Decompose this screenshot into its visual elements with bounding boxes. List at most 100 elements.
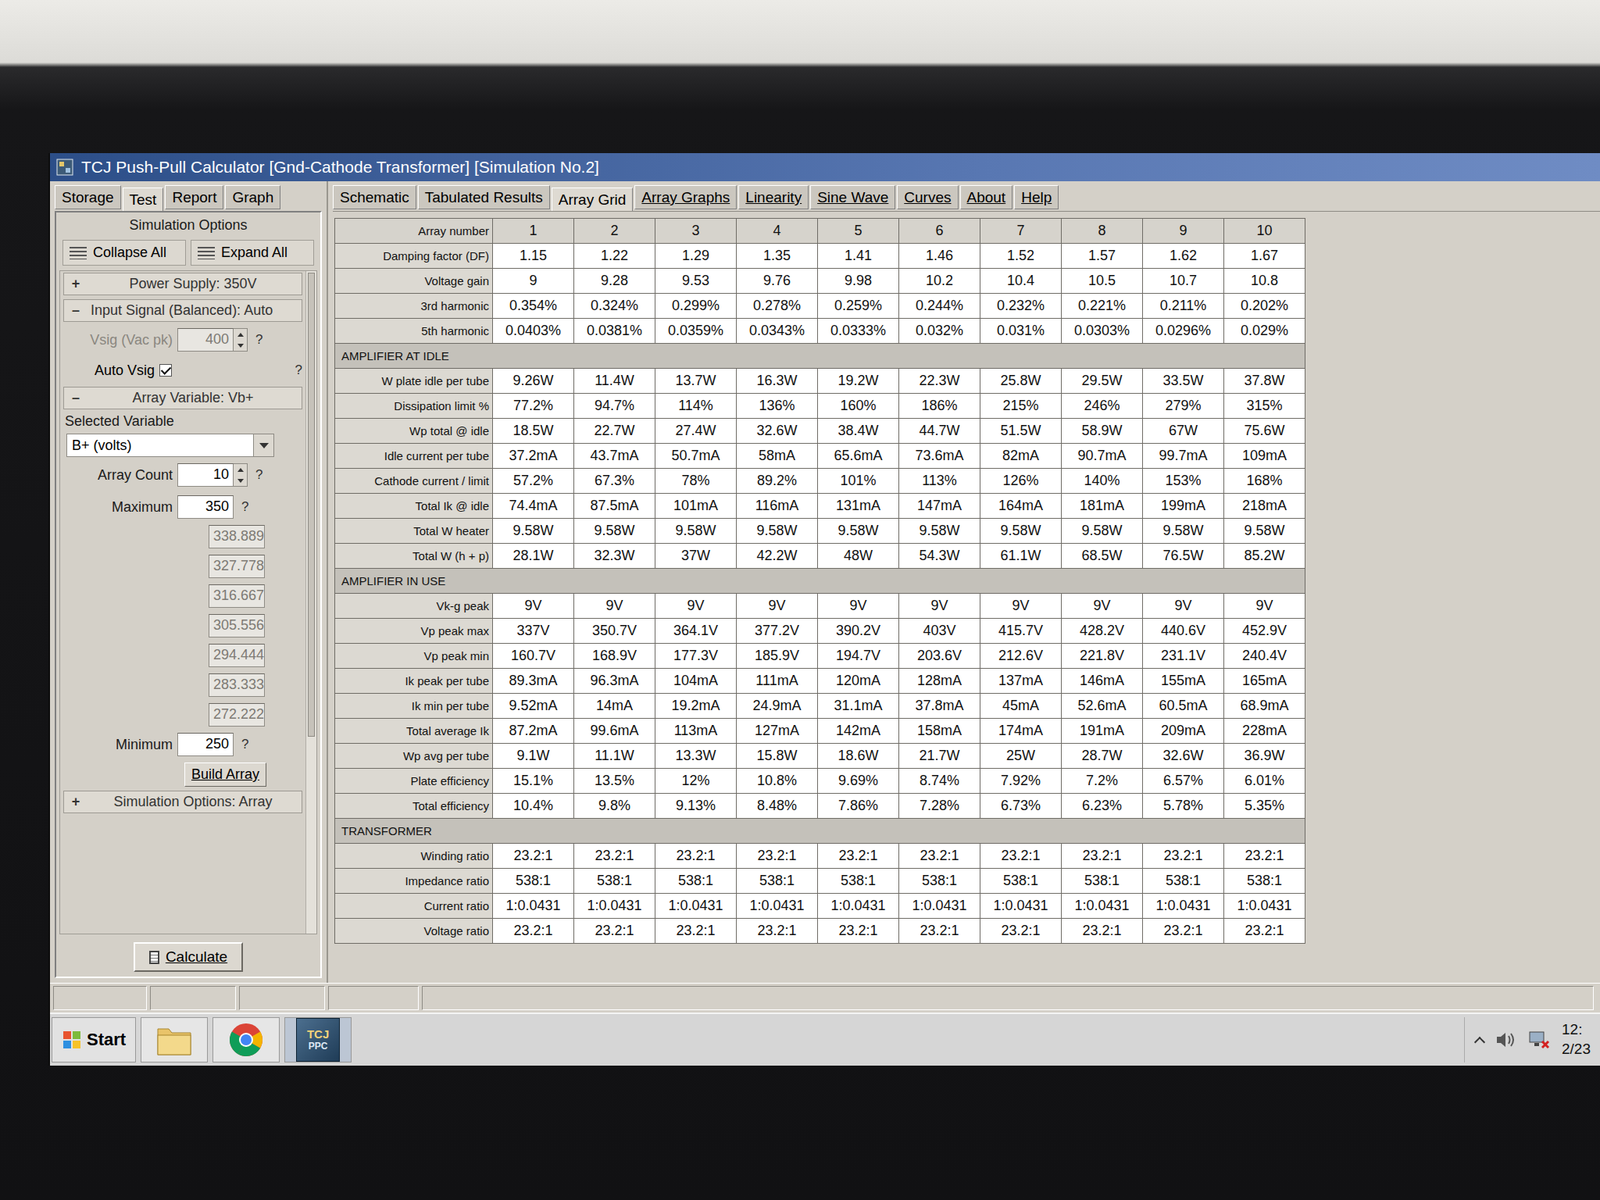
column-header[interactable]: 1 — [492, 218, 575, 244]
table-cell[interactable]: 87.2mA — [492, 718, 575, 744]
table-cell[interactable]: 9V — [492, 593, 575, 619]
table-cell[interactable]: 37W — [655, 543, 737, 569]
table-cell[interactable]: 279% — [1142, 393, 1225, 419]
help-icon[interactable]: ? — [238, 736, 249, 753]
table-cell[interactable]: 9.58W — [1142, 518, 1225, 544]
table-cell[interactable]: 65.6mA — [817, 443, 900, 469]
table-cell[interactable]: 25.8W — [980, 368, 1062, 394]
chevron-up-icon[interactable] — [1474, 1036, 1486, 1048]
table-cell[interactable]: 160.7V — [492, 643, 575, 669]
table-cell[interactable]: 137mA — [980, 668, 1062, 694]
table-cell[interactable]: 9V — [980, 593, 1062, 619]
table-cell[interactable]: 440.6V — [1142, 618, 1225, 644]
tab[interactable]: Test — [122, 187, 165, 211]
table-cell[interactable]: 23.2:1 — [1224, 843, 1306, 869]
table-cell[interactable]: 0.0343% — [736, 318, 818, 344]
table-cell[interactable]: 0.0359% — [655, 318, 737, 344]
table-cell[interactable]: 13.3W — [655, 743, 737, 769]
table-cell[interactable]: 32.3W — [574, 543, 656, 569]
table-cell[interactable]: 113% — [899, 468, 981, 494]
table-cell[interactable]: 9.98 — [817, 268, 900, 294]
table-cell[interactable]: 126% — [980, 468, 1062, 494]
chrome-button[interactable] — [212, 1017, 280, 1063]
table-cell[interactable]: 73.6mA — [899, 443, 981, 469]
table-cell[interactable]: 0.324% — [574, 293, 656, 319]
table-cell[interactable]: 1:0.0431 — [817, 893, 900, 919]
table-cell[interactable]: 9V — [1224, 593, 1306, 619]
table-cell[interactable]: 1.15 — [492, 243, 575, 269]
table-cell[interactable]: 120mA — [817, 668, 900, 694]
table-cell[interactable]: 60.5mA — [1142, 693, 1225, 719]
table-cell[interactable]: 78% — [655, 468, 737, 494]
table-cell[interactable]: 99.7mA — [1142, 443, 1225, 469]
table-cell[interactable]: 11.1W — [574, 743, 656, 769]
table-cell[interactable]: 142mA — [817, 718, 900, 744]
table-cell[interactable]: 0.0381% — [574, 318, 656, 344]
table-cell[interactable]: 7.28% — [899, 793, 981, 819]
table-cell[interactable]: 25W — [980, 743, 1062, 769]
table-cell[interactable]: 23.2:1 — [817, 843, 900, 869]
table-cell[interactable]: 29.5W — [1061, 368, 1143, 394]
table-cell[interactable]: 33.5W — [1142, 368, 1225, 394]
table-cell[interactable]: 9.58W — [980, 518, 1062, 544]
table-cell[interactable]: 146mA — [1061, 668, 1143, 694]
table-cell[interactable]: 104mA — [655, 668, 737, 694]
table-cell[interactable]: 90.7mA — [1061, 443, 1143, 469]
table-cell[interactable]: 31.1mA — [817, 693, 900, 719]
help-icon[interactable]: ? — [238, 499, 249, 515]
table-cell[interactable]: 0.202% — [1224, 293, 1306, 319]
table-cell[interactable]: 6.73% — [980, 793, 1062, 819]
table-cell[interactable]: 67W — [1142, 418, 1225, 444]
table-cell[interactable]: 1:0.0431 — [1142, 893, 1225, 919]
table-cell[interactable]: 1.62 — [1142, 243, 1225, 269]
variable-dropdown[interactable]: B+ (volts) — [66, 433, 275, 458]
table-cell[interactable]: 37.8W — [1224, 368, 1306, 394]
table-cell[interactable]: 23.2:1 — [492, 918, 575, 944]
table-cell[interactable]: 538:1 — [817, 868, 900, 894]
collapse-all-button[interactable]: Collapse All — [62, 239, 186, 266]
table-cell[interactable]: 114% — [655, 393, 737, 419]
table-cell[interactable]: 9.69% — [817, 768, 900, 794]
table-cell[interactable]: 0.259% — [817, 293, 900, 319]
table-cell[interactable]: 10.8% — [736, 768, 818, 794]
table-cell[interactable]: 9.13% — [655, 793, 737, 819]
table-cell[interactable]: 99.6mA — [574, 718, 656, 744]
tab[interactable]: Curves — [896, 185, 958, 210]
table-cell[interactable]: 9V — [1061, 593, 1143, 619]
table-cell[interactable]: 101% — [817, 468, 900, 494]
table-cell[interactable]: 0.0296% — [1142, 318, 1225, 344]
spin-up-icon[interactable] — [233, 464, 247, 475]
explorer-button[interactable] — [140, 1017, 208, 1063]
table-cell[interactable]: 23.2:1 — [899, 843, 981, 869]
power-supply-section[interactable]: +Power Supply: 350V — [63, 272, 303, 296]
table-cell[interactable]: 113mA — [655, 718, 737, 744]
table-cell[interactable]: 11.4W — [574, 368, 656, 394]
table-cell[interactable]: 9.52mA — [492, 693, 575, 719]
table-cell[interactable]: 45mA — [980, 693, 1062, 719]
table-cell[interactable]: 23.2:1 — [1142, 918, 1225, 944]
table-cell[interactable]: 24.9mA — [736, 693, 818, 719]
column-header[interactable]: 6 — [899, 218, 981, 244]
table-cell[interactable]: 23.2:1 — [574, 918, 656, 944]
table-cell[interactable]: 23.2:1 — [980, 918, 1062, 944]
table-cell[interactable]: 36.9W — [1224, 743, 1306, 769]
table-cell[interactable]: 147mA — [899, 493, 981, 519]
table-cell[interactable]: 0.029% — [1224, 318, 1306, 344]
tab[interactable]: About — [960, 185, 1014, 210]
table-cell[interactable]: 9.1W — [492, 743, 575, 769]
scroll-thumb[interactable] — [307, 272, 315, 737]
table-cell[interactable]: 1.29 — [655, 243, 737, 269]
table-cell[interactable]: 538:1 — [736, 868, 818, 894]
table-cell[interactable]: 18.6W — [817, 743, 900, 769]
table-cell[interactable]: 89.3mA — [492, 668, 575, 694]
table-cell[interactable]: 315% — [1224, 393, 1306, 419]
table-cell[interactable]: 538:1 — [1061, 868, 1143, 894]
table-cell[interactable]: 160% — [817, 393, 900, 419]
table-cell[interactable]: 10.4 — [980, 268, 1062, 294]
spinner[interactable] — [233, 328, 248, 352]
table-cell[interactable]: 403V — [899, 618, 981, 644]
table-cell[interactable]: 1:0.0431 — [736, 893, 818, 919]
table-cell[interactable]: 1:0.0431 — [980, 893, 1062, 919]
table-cell[interactable]: 5.78% — [1142, 793, 1225, 819]
tab[interactable]: Storage — [54, 185, 122, 210]
